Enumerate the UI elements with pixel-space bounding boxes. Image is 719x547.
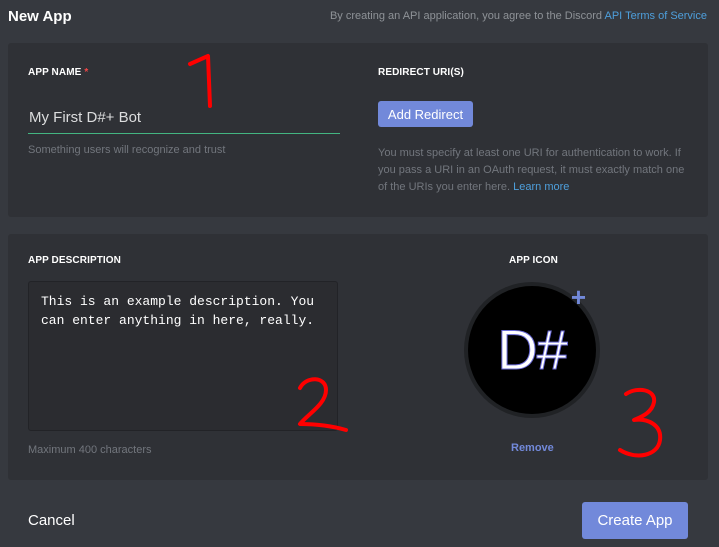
redirect-info: You must specify at least one URI for au… xyxy=(378,145,693,196)
app-icon-upload[interactable]: D# + xyxy=(464,282,600,418)
terms-notice: By creating an API application, you agre… xyxy=(330,10,707,22)
create-app-button[interactable]: Create App xyxy=(582,502,688,539)
terms-link[interactable]: API Terms of Service xyxy=(605,10,708,22)
page-title: New App xyxy=(8,8,72,25)
app-info-panel: APP NAME* Something users will recognize… xyxy=(8,43,708,217)
description-hint: Maximum 400 characters xyxy=(28,444,152,456)
learn-more-link[interactable]: Learn more xyxy=(513,181,569,193)
add-redirect-button[interactable]: Add Redirect xyxy=(378,101,473,127)
annotation-1 xyxy=(188,54,212,108)
required-mark: * xyxy=(84,67,89,78)
app-name-label-text: APP NAME xyxy=(28,67,82,78)
app-icon-label: APP ICON xyxy=(509,255,558,266)
app-icon-text: D# xyxy=(497,317,569,381)
plus-icon[interactable]: + xyxy=(571,284,586,310)
new-app-page: New App By creating an API application, … xyxy=(0,0,719,547)
remove-icon-button[interactable]: Remove xyxy=(511,442,554,454)
app-details-panel: APP DESCRIPTION This is an example descr… xyxy=(8,234,708,480)
annotation-3 xyxy=(618,387,663,458)
cancel-button[interactable]: Cancel xyxy=(28,512,75,529)
terms-text: By creating an API application, you agre… xyxy=(329,10,605,22)
redirect-label: REDIRECT URI(S) xyxy=(378,67,464,78)
annotation-2 xyxy=(298,377,348,432)
app-description-label: APP DESCRIPTION xyxy=(28,255,121,266)
app-name-hint: Something users will recognize and trust xyxy=(28,144,226,156)
app-name-label: APP NAME * xyxy=(28,67,88,78)
